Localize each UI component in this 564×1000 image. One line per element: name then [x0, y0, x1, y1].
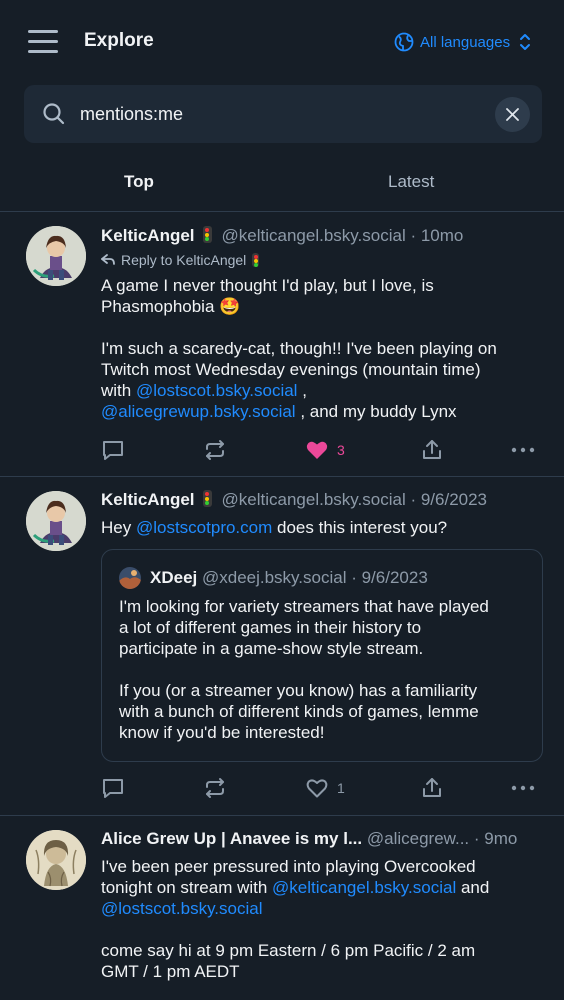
- avatar[interactable]: [119, 567, 141, 589]
- post-header: KelticAngel @kelticangel.bsky.social · 9/…: [101, 490, 487, 512]
- post-time[interactable]: · 9mo: [474, 829, 517, 848]
- post-text: I've been peer pressured into playing Ov…: [101, 857, 490, 981]
- page-title: Explore: [84, 30, 154, 51]
- post-time: · 9/6/2023: [351, 568, 428, 587]
- search-icon: [43, 103, 65, 125]
- more-dots-icon: [511, 447, 535, 453]
- tab-top[interactable]: Top: [124, 172, 154, 192]
- like-count: 3: [337, 442, 345, 458]
- language-label: All languages: [420, 33, 511, 51]
- reply-to-line[interactable]: Reply to KelticAngel: [101, 252, 260, 268]
- avatar[interactable]: [26, 830, 86, 890]
- quote-header: XDeej @xdeej.bsky.social · 9/6/2023: [150, 568, 428, 588]
- reply-to-label: Reply to KelticAngel: [121, 252, 247, 268]
- top-bar: Explore All languages: [0, 0, 564, 84]
- author-handle[interactable]: @alicegrew...: [367, 829, 469, 848]
- comment-icon: [103, 779, 123, 798]
- mention-link[interactable]: @lostscot.bsky.social: [136, 381, 298, 400]
- author-handle[interactable]: @xdeej.bsky.social: [202, 568, 347, 587]
- close-icon: [506, 108, 519, 121]
- more-options-button[interactable]: [511, 776, 535, 800]
- author-handle[interactable]: @kelticangel.bsky.social: [222, 226, 406, 245]
- post-actions: 3: [0, 438, 564, 464]
- repost-button[interactable]: [203, 776, 227, 800]
- author-name[interactable]: XDeej: [150, 568, 197, 587]
- author-name[interactable]: KelticAngel: [101, 226, 195, 245]
- clear-search-button[interactable]: [495, 97, 530, 132]
- share-icon: [423, 778, 441, 797]
- like-button[interactable]: 1: [305, 776, 345, 800]
- repost-icon: [206, 778, 224, 798]
- post-time[interactable]: · 10mo: [410, 226, 463, 245]
- share-icon: [423, 440, 441, 459]
- author-name[interactable]: Alice Grew Up | Anavee is my l...: [101, 829, 362, 848]
- tab-latest[interactable]: Latest: [388, 172, 434, 192]
- globe-icon: [394, 32, 414, 52]
- traffic-light-icon: [252, 253, 260, 267]
- feed-tabs: Top Latest: [0, 160, 564, 212]
- avatar[interactable]: [26, 226, 86, 286]
- author-name[interactable]: KelticAngel: [101, 490, 195, 509]
- repost-icon: [206, 440, 224, 460]
- mention-link[interactable]: @lostscotpro.com: [136, 518, 272, 537]
- author-handle[interactable]: @kelticangel.bsky.social: [222, 490, 406, 509]
- more-dots-icon: [511, 785, 535, 791]
- share-button[interactable]: [420, 438, 444, 462]
- post-header: KelticAngel @kelticangel.bsky.social · 10…: [101, 226, 463, 248]
- post-text: Hey @lostscotpro.com does this interest …: [101, 518, 448, 537]
- reply-arrow-icon: [101, 254, 115, 265]
- heart-filled-icon: [306, 441, 328, 459]
- quote-text: I'm looking for variety streamers that h…: [119, 597, 489, 742]
- post-actions: 1: [0, 776, 564, 802]
- share-button[interactable]: [420, 776, 444, 800]
- comment-icon: [103, 441, 123, 460]
- post-item[interactable]: Alice Grew Up | Anavee is my l... @alice…: [0, 816, 564, 1000]
- language-selector[interactable]: All languages: [394, 30, 532, 54]
- search-bar: [24, 85, 542, 143]
- mention-link[interactable]: @kelticangel.bsky.social: [272, 878, 456, 897]
- repost-button[interactable]: [203, 438, 227, 462]
- more-options-button[interactable]: [511, 438, 535, 462]
- like-button[interactable]: 3: [305, 438, 345, 462]
- search-input[interactable]: [80, 100, 480, 128]
- traffic-light-icon: [202, 490, 212, 507]
- menu-icon[interactable]: [28, 30, 58, 54]
- mention-link[interactable]: @alicegrewup.bsky.social: [101, 402, 296, 421]
- reply-button[interactable]: [101, 438, 125, 462]
- post-header: Alice Grew Up | Anavee is my l... @alice…: [101, 829, 517, 851]
- traffic-light-icon: [202, 226, 212, 243]
- quoted-post[interactable]: XDeej @xdeej.bsky.social · 9/6/2023 I'm …: [101, 549, 543, 762]
- post-text: A game I never thought I'd play, but I l…: [101, 276, 497, 421]
- post-time[interactable]: · 9/6/2023: [410, 490, 487, 509]
- chevron-updown-icon: [520, 34, 531, 50]
- heart-outline-icon: [306, 779, 328, 798]
- like-count: 1: [337, 780, 345, 796]
- post-item[interactable]: KelticAngel @kelticangel.bsky.social · 10…: [0, 212, 564, 477]
- mention-link[interactable]: @lostscot.bsky.social: [101, 899, 263, 918]
- avatar[interactable]: [26, 491, 86, 551]
- reply-button[interactable]: [101, 776, 125, 800]
